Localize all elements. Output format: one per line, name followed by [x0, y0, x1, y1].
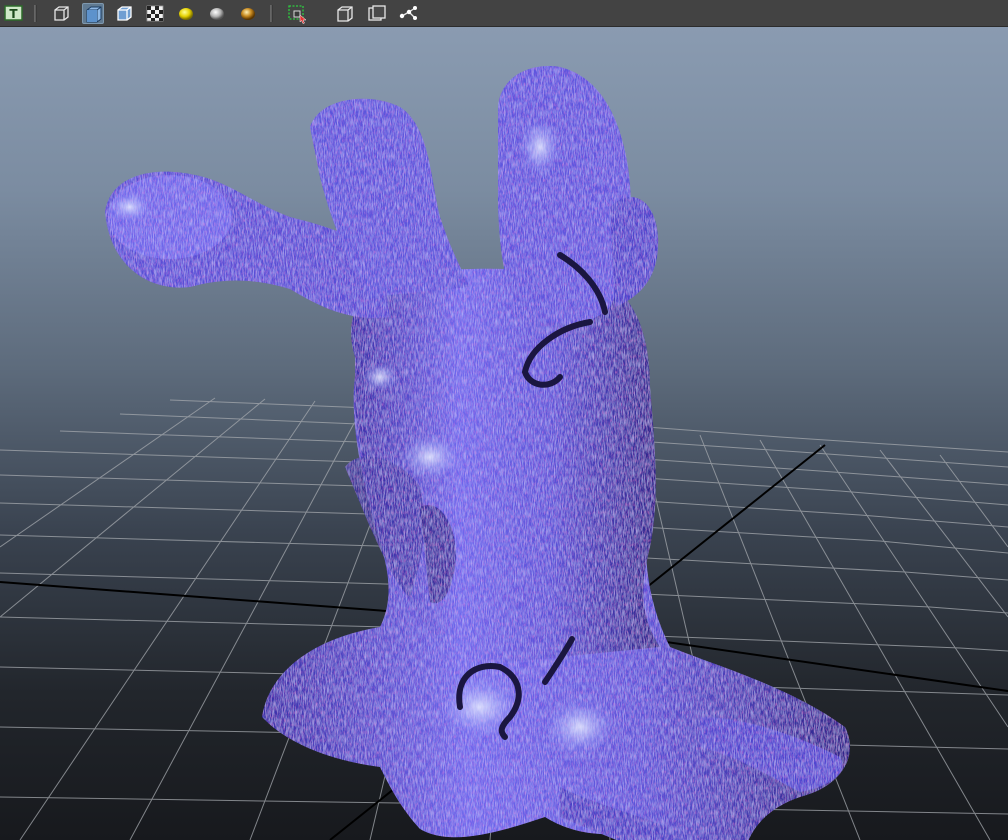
- smooth-shaded-cube-icon: [86, 6, 102, 23]
- xray-cube-icon: [337, 6, 353, 22]
- svg-text:T: T: [9, 7, 18, 21]
- wireframe-on-shaded-icon: [117, 6, 132, 21]
- smooth-shading-button[interactable]: [82, 3, 104, 24]
- gold-sphere-icon: [241, 8, 255, 20]
- xray-button[interactable]: [334, 3, 356, 24]
- toolbar-separator: [32, 5, 38, 22]
- toolbar-separator: [268, 5, 274, 22]
- joint-tree-icon: [399, 6, 417, 20]
- viewport-scene: [0, 66, 1008, 840]
- shadows-button[interactable]: [206, 3, 228, 24]
- xray-frame-icon: [368, 5, 386, 21]
- text-mode-button[interactable]: T: [3, 3, 25, 24]
- perspective-viewport[interactable]: [0, 27, 1008, 840]
- viewport-shading-toolbar: T: [0, 0, 1008, 27]
- maya-viewport-panel: T: [0, 0, 1008, 840]
- xray-joints-button[interactable]: [366, 3, 388, 24]
- checker-texture-icon: [146, 5, 164, 22]
- wireframe-cube-icon: [54, 6, 69, 21]
- wireframe-shading-button[interactable]: [50, 3, 72, 24]
- grey-sphere-icon: [210, 8, 224, 20]
- isolate-select-icon: [288, 5, 307, 24]
- wireframe-on-shaded-button[interactable]: [113, 3, 135, 24]
- text-t-icon: T: [4, 5, 23, 21]
- isolate-select-button[interactable]: [286, 3, 308, 24]
- xray-components-button[interactable]: [397, 3, 419, 24]
- textured-button[interactable]: [144, 3, 166, 24]
- use-all-lights-button[interactable]: [175, 3, 197, 24]
- light-yellow-sphere-icon: [179, 8, 193, 20]
- screen-space-ao-button[interactable]: [237, 3, 259, 24]
